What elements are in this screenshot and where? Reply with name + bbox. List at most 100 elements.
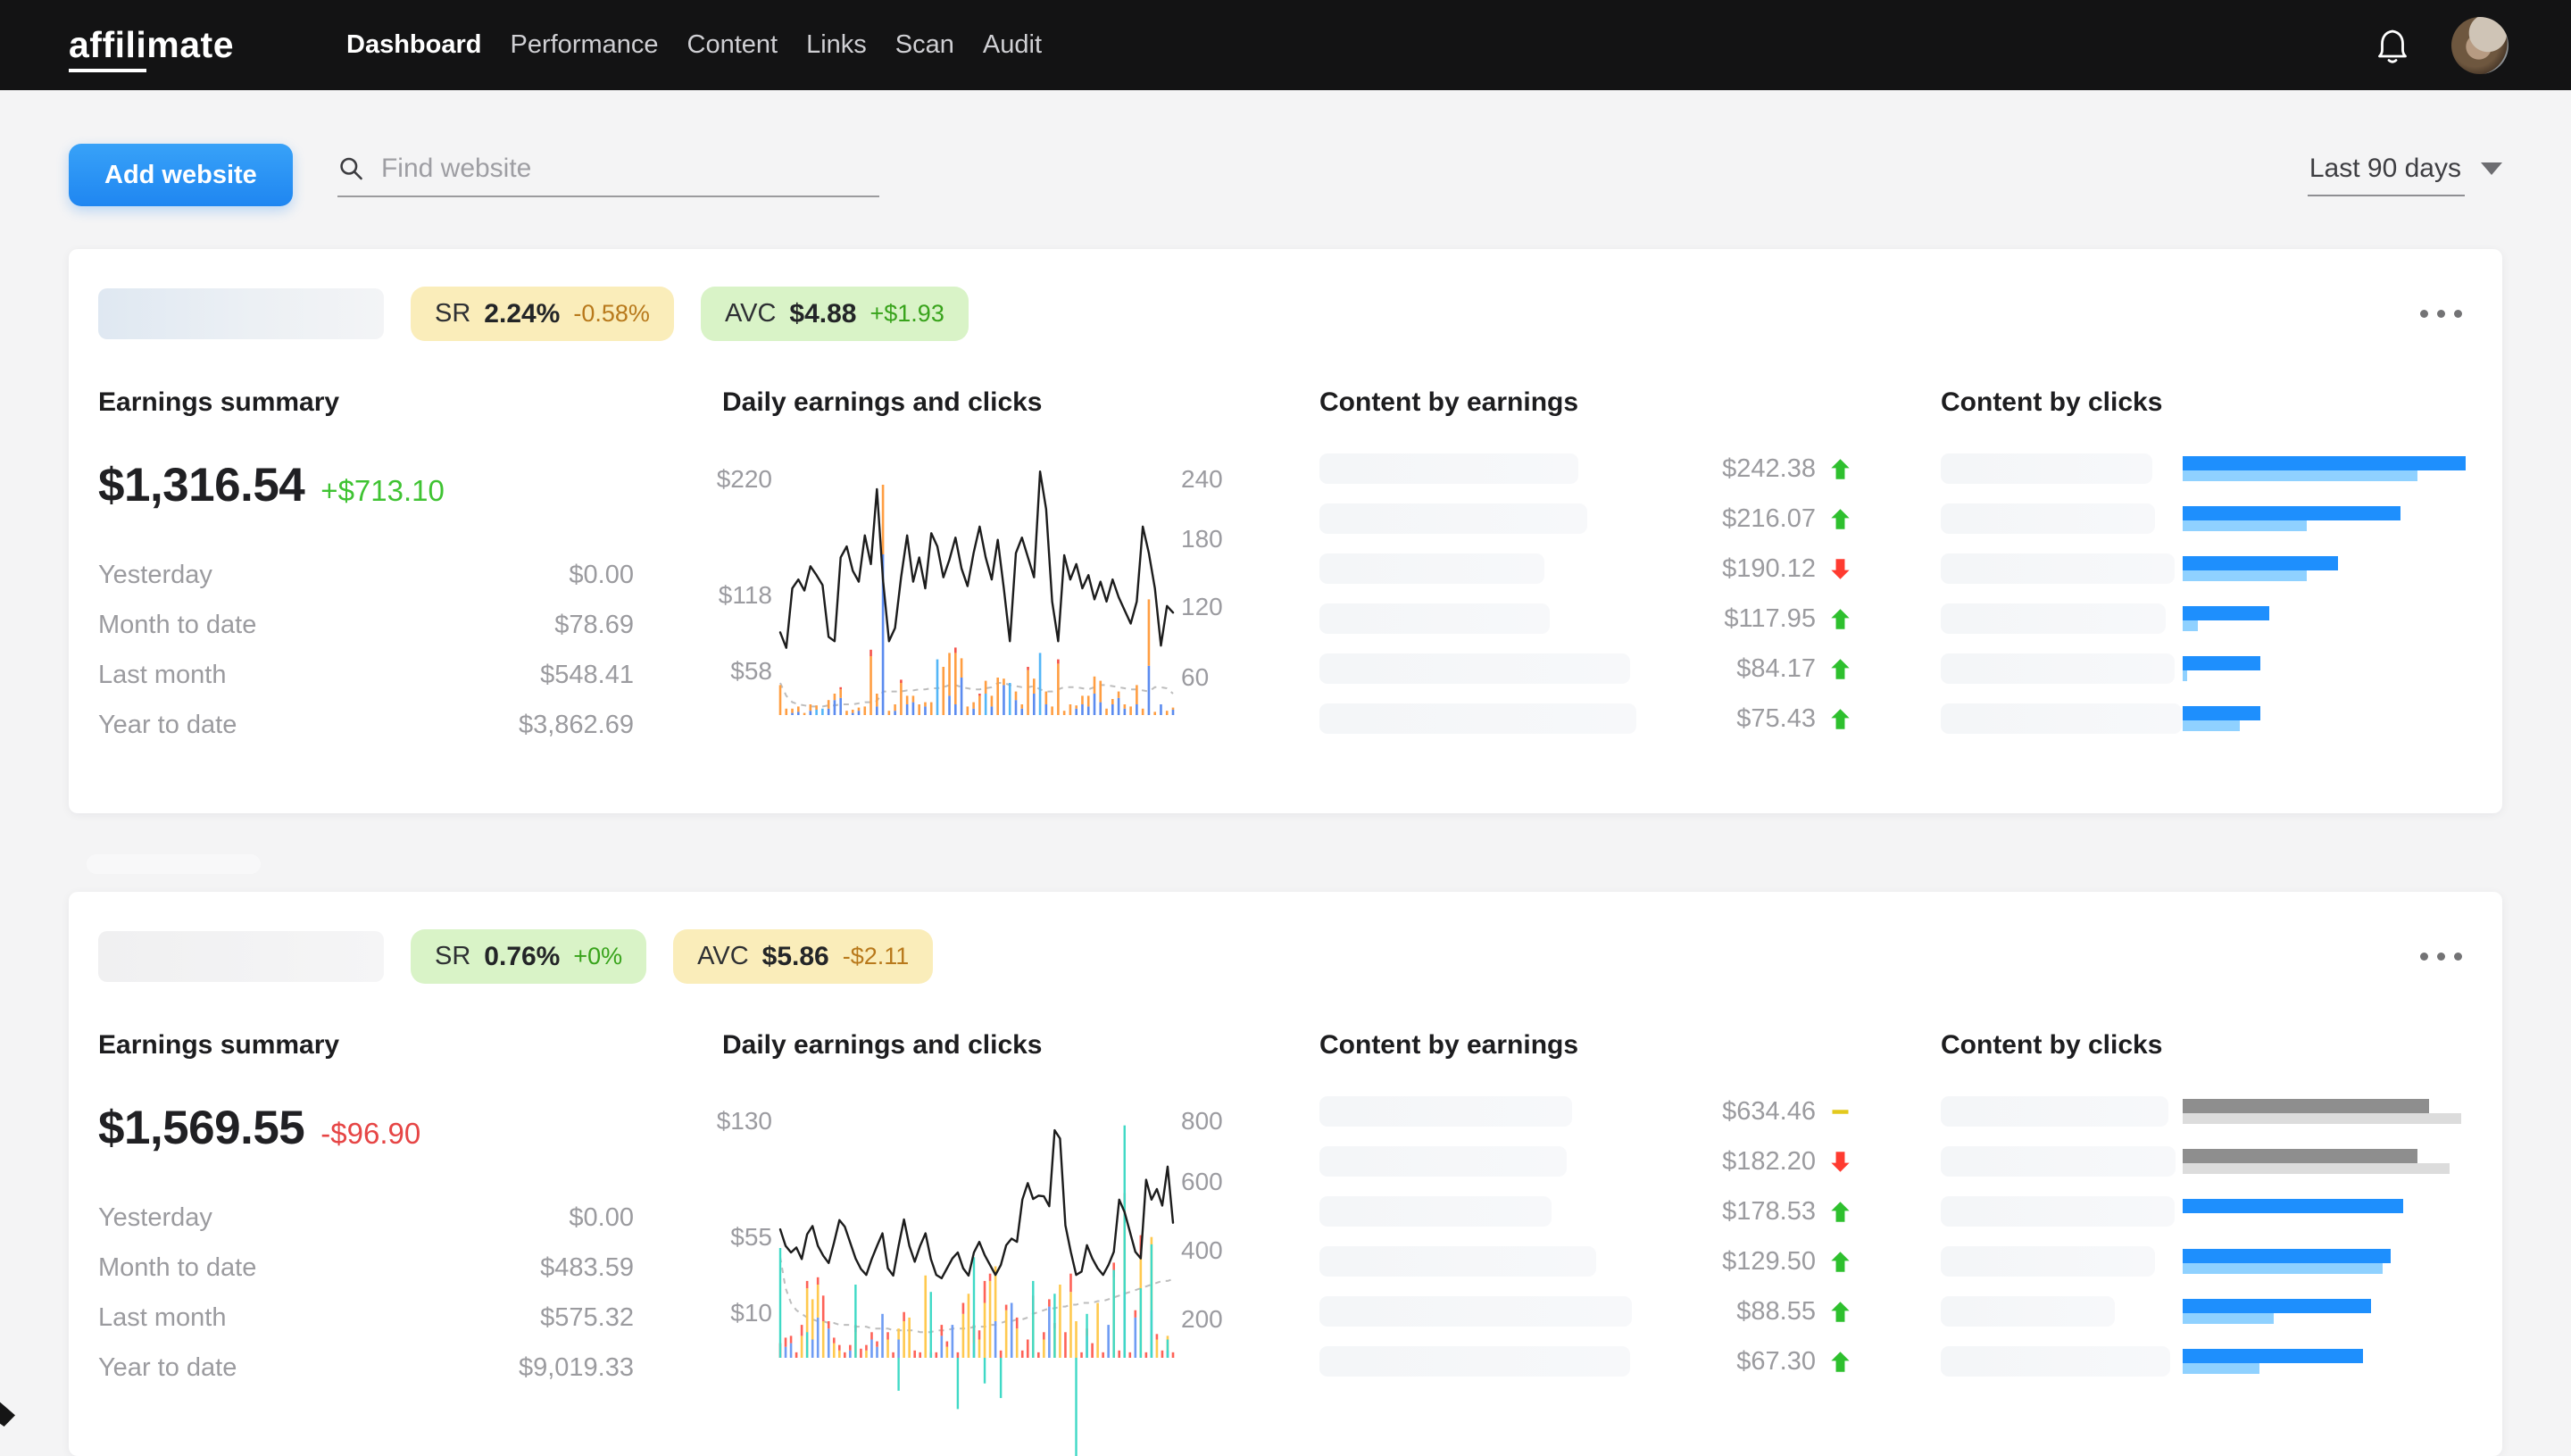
sr-label: SR [435, 299, 471, 328]
content-by-clicks-title: Content by clicks [1941, 1030, 2163, 1060]
right-axis-tick: 120 [1181, 593, 1223, 620]
content-title-skeleton [1319, 1296, 1632, 1327]
daily-earnings-clicks-chart: $220 $118 $58 240 180 120 60 [717, 465, 1223, 715]
content-earnings-value: $182.20 [1722, 1146, 1816, 1176]
nav-item-performance[interactable]: Performance [511, 30, 659, 60]
content-earnings-row[interactable]: $242.38 [1319, 444, 1852, 494]
right-axis-tick: 400 [1181, 1236, 1223, 1264]
total-earnings-delta: -$96.90 [320, 1117, 421, 1150]
content-clicks-row[interactable] [1941, 694, 2473, 744]
website-name-skeleton [98, 931, 384, 982]
nav-item-dashboard[interactable]: Dashboard [346, 30, 481, 60]
content-earnings-row[interactable]: $88.55 [1319, 1286, 1852, 1336]
clicks-bar-previous [2183, 1363, 2259, 1374]
content-title-skeleton [1941, 1246, 2155, 1277]
content-clicks-row[interactable] [1941, 644, 2473, 694]
clicks-bar-current [2183, 556, 2338, 570]
app-logo[interactable]: affilimate [69, 24, 234, 72]
content-title-skeleton [1941, 1296, 2115, 1327]
content-earnings-row[interactable]: $190.12 [1319, 544, 1852, 594]
more-options-button[interactable] [2409, 299, 2473, 329]
content-clicks-row[interactable] [1941, 1086, 2473, 1136]
search-input[interactable] [379, 153, 879, 185]
content-title-skeleton [1319, 1096, 1572, 1127]
clicks-bar-previous [2183, 1263, 2383, 1274]
content-title-skeleton [1941, 453, 2152, 484]
clicks-bar-previous [2183, 1313, 2274, 1324]
add-website-button[interactable]: Add website [69, 144, 293, 206]
sr-value: 0.76% [484, 941, 561, 971]
daily-chart-title: Daily earnings and clicks [722, 1030, 1043, 1060]
earnings-row-label: Month to date [98, 1252, 257, 1282]
up-arrow-icon [1831, 1251, 1850, 1272]
up-arrow-icon [1831, 508, 1850, 529]
content-clicks-row[interactable] [1941, 1186, 2473, 1236]
clicks-bar-previous [2183, 520, 2307, 531]
up-arrow-icon [1831, 1201, 1850, 1222]
content-earnings-row[interactable]: $178.53 [1319, 1186, 1852, 1236]
content-clicks-row[interactable] [1941, 1236, 2473, 1286]
clicks-bar-pair [2183, 1349, 2363, 1374]
earnings-summary-title: Earnings summary [98, 387, 340, 417]
user-avatar[interactable] [2451, 17, 2509, 74]
earnings-row: Year to date $3,862.69 [98, 700, 634, 750]
content-by-clicks-column: Content by clicks [1941, 388, 2473, 786]
more-options-button[interactable] [2409, 942, 2473, 971]
content-earnings-row[interactable]: $75.43 [1319, 694, 1852, 744]
content-title-skeleton [1319, 1346, 1630, 1377]
left-axis-tick: $118 [719, 581, 772, 609]
nav-item-audit[interactable]: Audit [983, 30, 1042, 60]
earnings-row-value: $3,862.69 [518, 710, 634, 739]
content-earnings-rows: $242.38 $216.07 $190.12 $117.95 $84.17 $75.43 [1319, 444, 1852, 744]
content-earnings-row[interactable]: $84.17 [1319, 644, 1852, 694]
notifications-button[interactable] [2369, 22, 2416, 69]
content-clicks-row[interactable] [1941, 444, 2473, 494]
cards-container: SR 2.24% -0.58% AVC $4.88 +$1.93 Earning… [69, 249, 2502, 1456]
content-earnings-rows: $634.46 $182.20 $178.53 $129.50 $88.55 $67.30 [1319, 1086, 1852, 1386]
content-earnings-row[interactable]: $216.07 [1319, 494, 1852, 544]
content-title-skeleton [1319, 553, 1544, 584]
earnings-row-value: $483.59 [540, 1252, 634, 1282]
clicks-bar-current [2183, 1349, 2363, 1363]
content-earnings-row[interactable]: $67.30 [1319, 1336, 1852, 1386]
website-search[interactable] [337, 153, 879, 197]
nav-item-content[interactable]: Content [687, 30, 778, 60]
content-earnings-value: $75.43 [1736, 703, 1816, 733]
earnings-row: Last month $548.41 [98, 650, 634, 700]
up-arrow-icon [1831, 1351, 1850, 1372]
content-earnings-value: $129.50 [1722, 1246, 1816, 1276]
content-earnings-row[interactable]: $182.20 [1319, 1136, 1852, 1186]
website-card: SR 0.76% +0% AVC $5.86 -$2.11 Earnings s… [69, 892, 2502, 1456]
left-axis-tick: $58 [730, 657, 772, 685]
avc-badge: AVC $5.86 -$2.11 [673, 929, 934, 984]
clicks-bar-current [2183, 1199, 2403, 1213]
content-clicks-row[interactable] [1941, 1336, 2473, 1386]
nav-item-scan[interactable]: Scan [895, 30, 954, 60]
content-clicks-row[interactable] [1941, 594, 2473, 644]
top-nav: affilimate Dashboard Performance Content Li… [0, 0, 2571, 90]
left-axis-tick: $55 [730, 1223, 772, 1251]
earnings-row: Yesterday $0.00 [98, 1193, 634, 1243]
content-clicks-row[interactable] [1941, 1136, 2473, 1186]
trend-dashed-line [779, 682, 1174, 708]
content-title-skeleton [1941, 1346, 2170, 1377]
content-earnings-row[interactable]: $117.95 [1319, 594, 1852, 644]
earnings-summary-column: Earnings summary $1,569.55 -$96.90 Yeste… [98, 1031, 634, 1429]
content-clicks-row[interactable] [1941, 494, 2473, 544]
content-clicks-row[interactable] [1941, 544, 2473, 594]
clicks-bar-current [2183, 506, 2400, 520]
clicks-bar-previous [2183, 1163, 2450, 1174]
earnings-row-label: Year to date [98, 1352, 237, 1382]
total-earnings-delta: +$713.10 [320, 474, 445, 507]
content-clicks-row[interactable] [1941, 1286, 2473, 1336]
clicks-bar-current [2183, 1149, 2417, 1163]
content-earnings-row[interactable]: $634.46 [1319, 1086, 1852, 1136]
avc-value: $5.86 [761, 941, 829, 971]
earnings-row-label: Month to date [98, 610, 257, 639]
content-by-earnings-column: Content by earnings $242.38 $216.07 $190.1… [1319, 388, 1852, 786]
date-range-select[interactable]: Last 90 days [2307, 154, 2502, 196]
content-title-skeleton [1941, 503, 2155, 534]
nav-item-links[interactable]: Links [806, 30, 867, 60]
content-earnings-row[interactable]: $129.50 [1319, 1236, 1852, 1286]
earnings-row-value: $9,019.33 [518, 1352, 634, 1382]
